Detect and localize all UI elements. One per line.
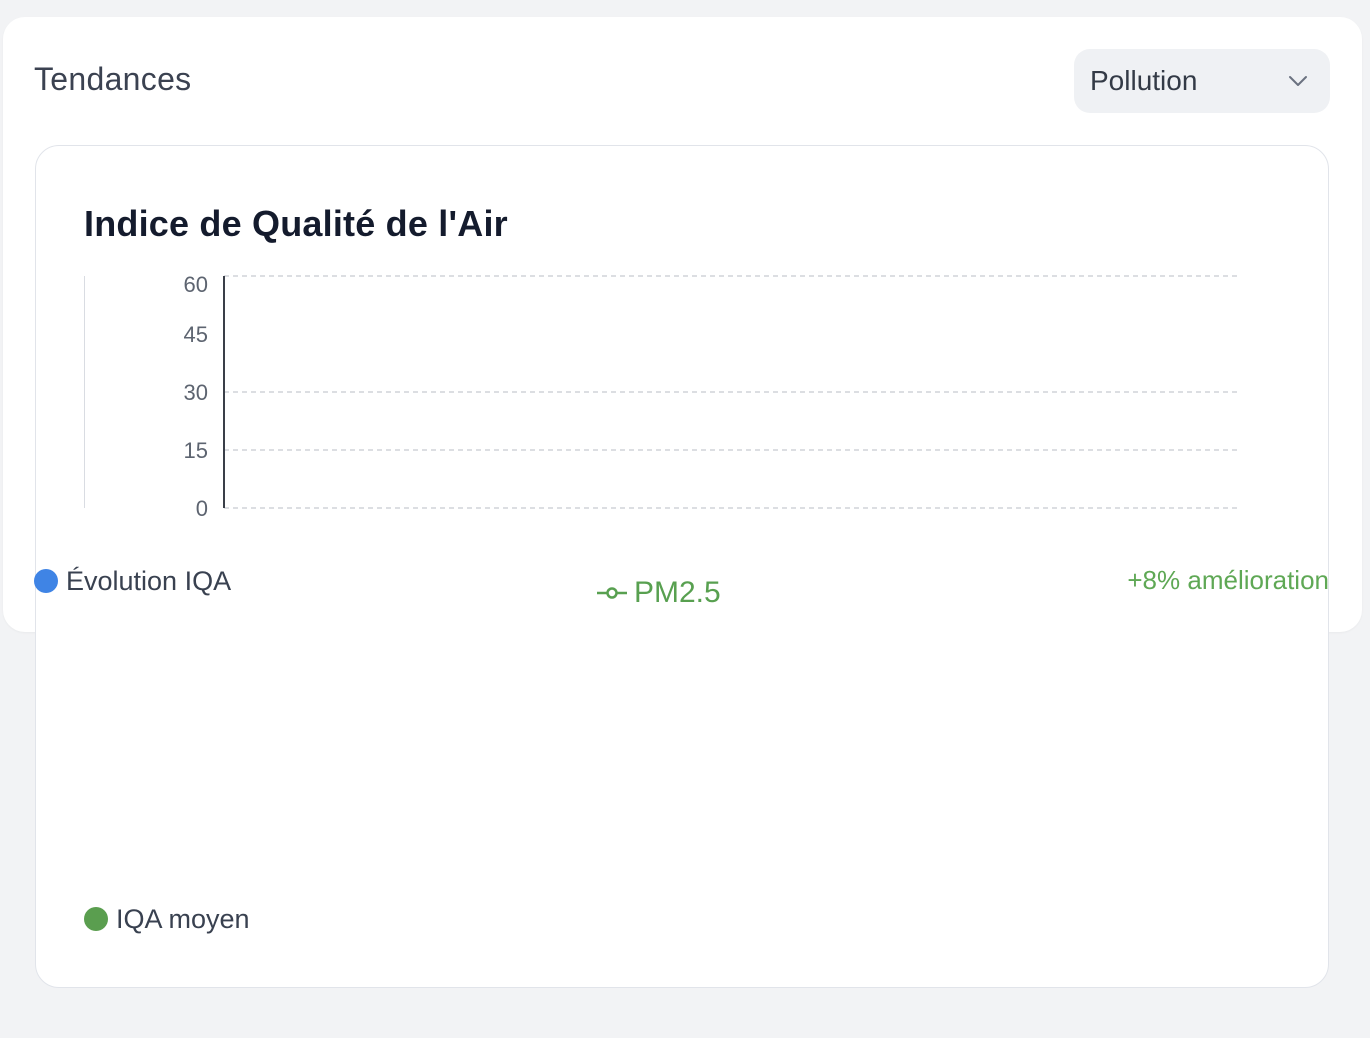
series-name: PM2.5 [634,576,721,609]
aqi-chart: 60 45 30 15 0 [84,272,1240,521]
legend-evolution-label: Évolution IQA [66,565,232,596]
y-tick-label: 15 [184,438,208,463]
line-marker-icon [597,587,627,599]
legend-aqi-average[interactable]: IQA moyen [84,903,250,935]
legend-aqi-evolution[interactable]: Évolution IQA [34,565,231,597]
legend-dot-blue [34,569,58,593]
y-tick-label: 30 [184,380,208,405]
improvement-text: +8% amélioration [1127,565,1329,595]
legend-average-label: IQA moyen [116,903,250,934]
y-tick-label: 60 [184,272,208,297]
y-tick-label: 0 [196,496,208,521]
y-tick-label: 45 [184,322,208,347]
legend-dot-green [84,907,108,931]
series-label-pm25[interactable]: PM2.5 [596,575,721,611]
